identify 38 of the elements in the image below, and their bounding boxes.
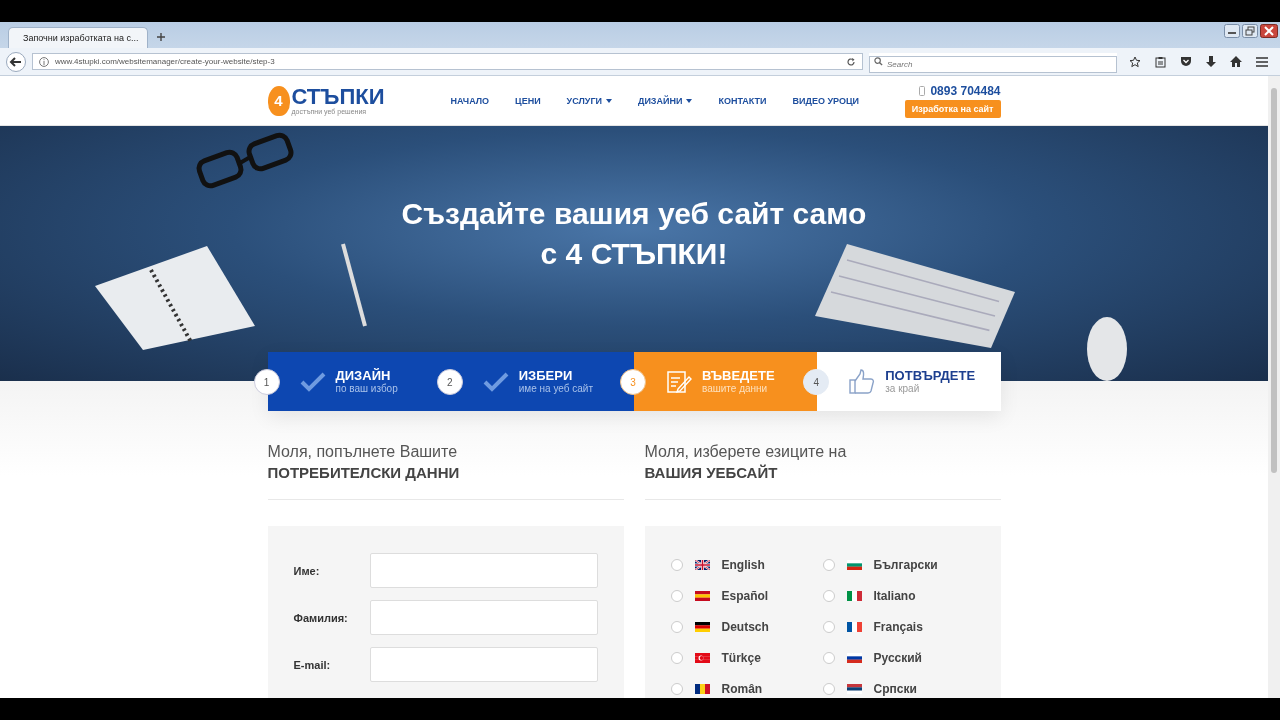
section-heading: Моля, изберете езиците на	[644, 442, 848, 462]
section-heading: ВАШИЯ УЕБСАЙТ	[644, 463, 779, 483]
language-label[interactable]: Român	[721, 681, 763, 696]
language-label[interactable]: English	[721, 557, 765, 572]
language-label[interactable]: Српски	[873, 681, 917, 696]
language-label[interactable]: Русский	[873, 650, 922, 665]
step-subtitle: за край	[885, 383, 921, 394]
step-subtitle: име на уеб сайт	[518, 383, 593, 394]
nav-link[interactable]: ЦЕНИ	[502, 95, 554, 106]
field-label: E-mail:	[293, 658, 332, 671]
language-label[interactable]: Български	[873, 557, 938, 572]
language-label[interactable]: Español	[721, 588, 769, 603]
language-label[interactable]: Türkçe	[721, 650, 761, 665]
language-label[interactable]: Italiano	[873, 588, 916, 603]
nav-link[interactable]: КОНТАКТИ	[705, 95, 780, 106]
step-title: ВЪВЕДЕТЕ	[702, 369, 775, 383]
address-bar[interactable]: www.4stupki.com/websitemanager/create-your-website/step-3	[32, 53, 863, 70]
phone-number[interactable]: 0893 704484	[930, 83, 1001, 98]
step-subtitle: вашите данни	[702, 383, 769, 394]
search-field[interactable]: Search	[869, 56, 1117, 73]
nav-link[interactable]: УСЛУГИ	[553, 95, 625, 106]
step-title: ИЗБЕРИ	[518, 369, 574, 383]
nav-link[interactable]: ВИДЕО УРОЦИ	[779, 95, 872, 106]
nav-link[interactable]: НАЧАЛО	[437, 95, 503, 106]
step-title: ПОТВЪРДЕТЕ	[885, 369, 976, 383]
hero-headline: Създайте вашия уеб сайт само	[401, 195, 867, 232]
language-label[interactable]: Français	[873, 619, 923, 634]
browser-tab[interactable]: Започни изработката на с...	[8, 27, 148, 48]
nav-link[interactable]: ДИЗАЙНИ	[624, 95, 706, 106]
language-label[interactable]: Deutsch	[721, 619, 769, 634]
field-label: Фамилия:	[293, 611, 349, 624]
hero-headline: с 4 СТЪПКИ!	[540, 235, 728, 272]
field-label: Име:	[293, 564, 321, 577]
step-title: ДИЗАЙН	[335, 369, 391, 383]
step-subtitle: по ваш избор	[335, 383, 398, 394]
section-heading: Моля, попълнете Вашите	[267, 442, 459, 462]
section-heading: ПОТРЕБИТЕЛСКИ ДАННИ	[267, 463, 461, 483]
logo-text[interactable]: СТЪПКИ	[291, 86, 385, 108]
